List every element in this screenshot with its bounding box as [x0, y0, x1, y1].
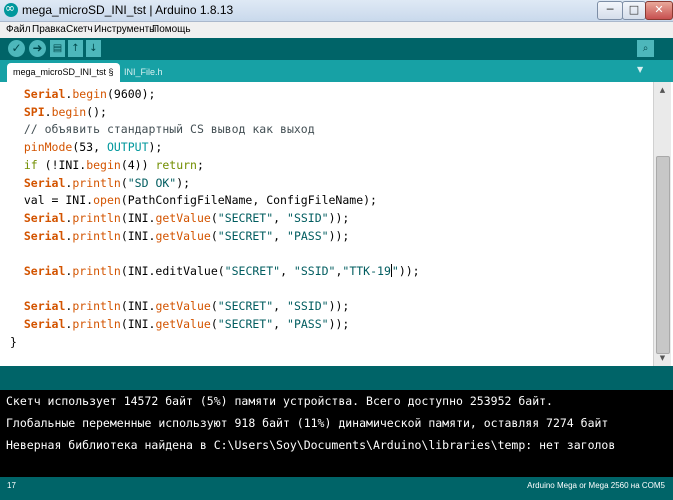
- title-bar: mega_microSD_INI_tst | Arduino 1.8.13 ─ …: [0, 0, 673, 22]
- tab-bar: mega_microSD_INI_tst § INI_File.h ▼: [0, 60, 673, 82]
- editor-vertical-scrollbar[interactable]: ▲ ▼: [653, 82, 671, 366]
- tab-mega-microsd-ini-tst[interactable]: mega_microSD_INI_tst §: [7, 63, 120, 82]
- serial-monitor-icon[interactable]: ⌕: [637, 40, 654, 57]
- menu-sketch[interactable]: Скетч: [66, 24, 93, 35]
- verify-button[interactable]: ✓: [8, 40, 25, 57]
- open-sketch-button[interactable]: ↑: [68, 40, 83, 57]
- toolbar: ✓ ➜ ▤ ↑ ↓ ⌕: [0, 38, 673, 60]
- menu-bar: Файл Правка Скетч Инструменты Помощь: [0, 22, 673, 38]
- console-horizontal-scrollbar[interactable]: [0, 460, 673, 477]
- scroll-up-arrow-icon[interactable]: ▲: [654, 82, 671, 98]
- text-cursor: [390, 264, 392, 278]
- menu-file[interactable]: Файл: [6, 24, 31, 35]
- tab-ini-file-h[interactable]: INI_File.h: [118, 63, 169, 82]
- menu-edit[interactable]: Правка: [32, 24, 66, 35]
- line-number: 17: [7, 481, 16, 490]
- board-port-label: Arduino Mega or Mega 2560 на COM5: [527, 481, 665, 490]
- code-editor[interactable]: Serial.begin(9600); SPI.begin(); // объя…: [0, 82, 653, 366]
- status-strip: [0, 366, 673, 390]
- console-line: Неверная библиотека найдена в C:\Users\S…: [6, 438, 616, 452]
- minimize-button[interactable]: ─: [597, 1, 623, 20]
- code-text[interactable]: Serial.begin(9600); SPI.begin(); // объя…: [10, 86, 420, 352]
- maximize-button[interactable]: □: [622, 1, 646, 20]
- console-line: Скетч использует 14572 байт (5%) памяти …: [6, 394, 553, 408]
- close-button[interactable]: ✕: [645, 1, 673, 20]
- footer-status-bar: 17 Arduino Mega or Mega 2560 на COM5: [0, 477, 673, 500]
- console-line: Глобальные переменные используют 918 бай…: [6, 416, 609, 430]
- tab-menu-chevron-down-icon[interactable]: ▼: [637, 65, 643, 74]
- window-title: mega_microSD_INI_tst | Arduino 1.8.13: [22, 3, 234, 17]
- menu-help[interactable]: Помощь: [152, 24, 191, 35]
- arduino-app-icon: [4, 1, 18, 17]
- menu-tools[interactable]: Инструменты: [94, 24, 156, 35]
- upload-button[interactable]: ➜: [29, 40, 46, 57]
- save-sketch-button[interactable]: ↓: [86, 40, 101, 57]
- console-output[interactable]: Скетч использует 14572 байт (5%) памяти …: [0, 390, 673, 460]
- scroll-down-arrow-icon[interactable]: ▼: [654, 350, 671, 366]
- new-sketch-button[interactable]: ▤: [50, 40, 65, 57]
- scrollbar-thumb[interactable]: [656, 156, 670, 354]
